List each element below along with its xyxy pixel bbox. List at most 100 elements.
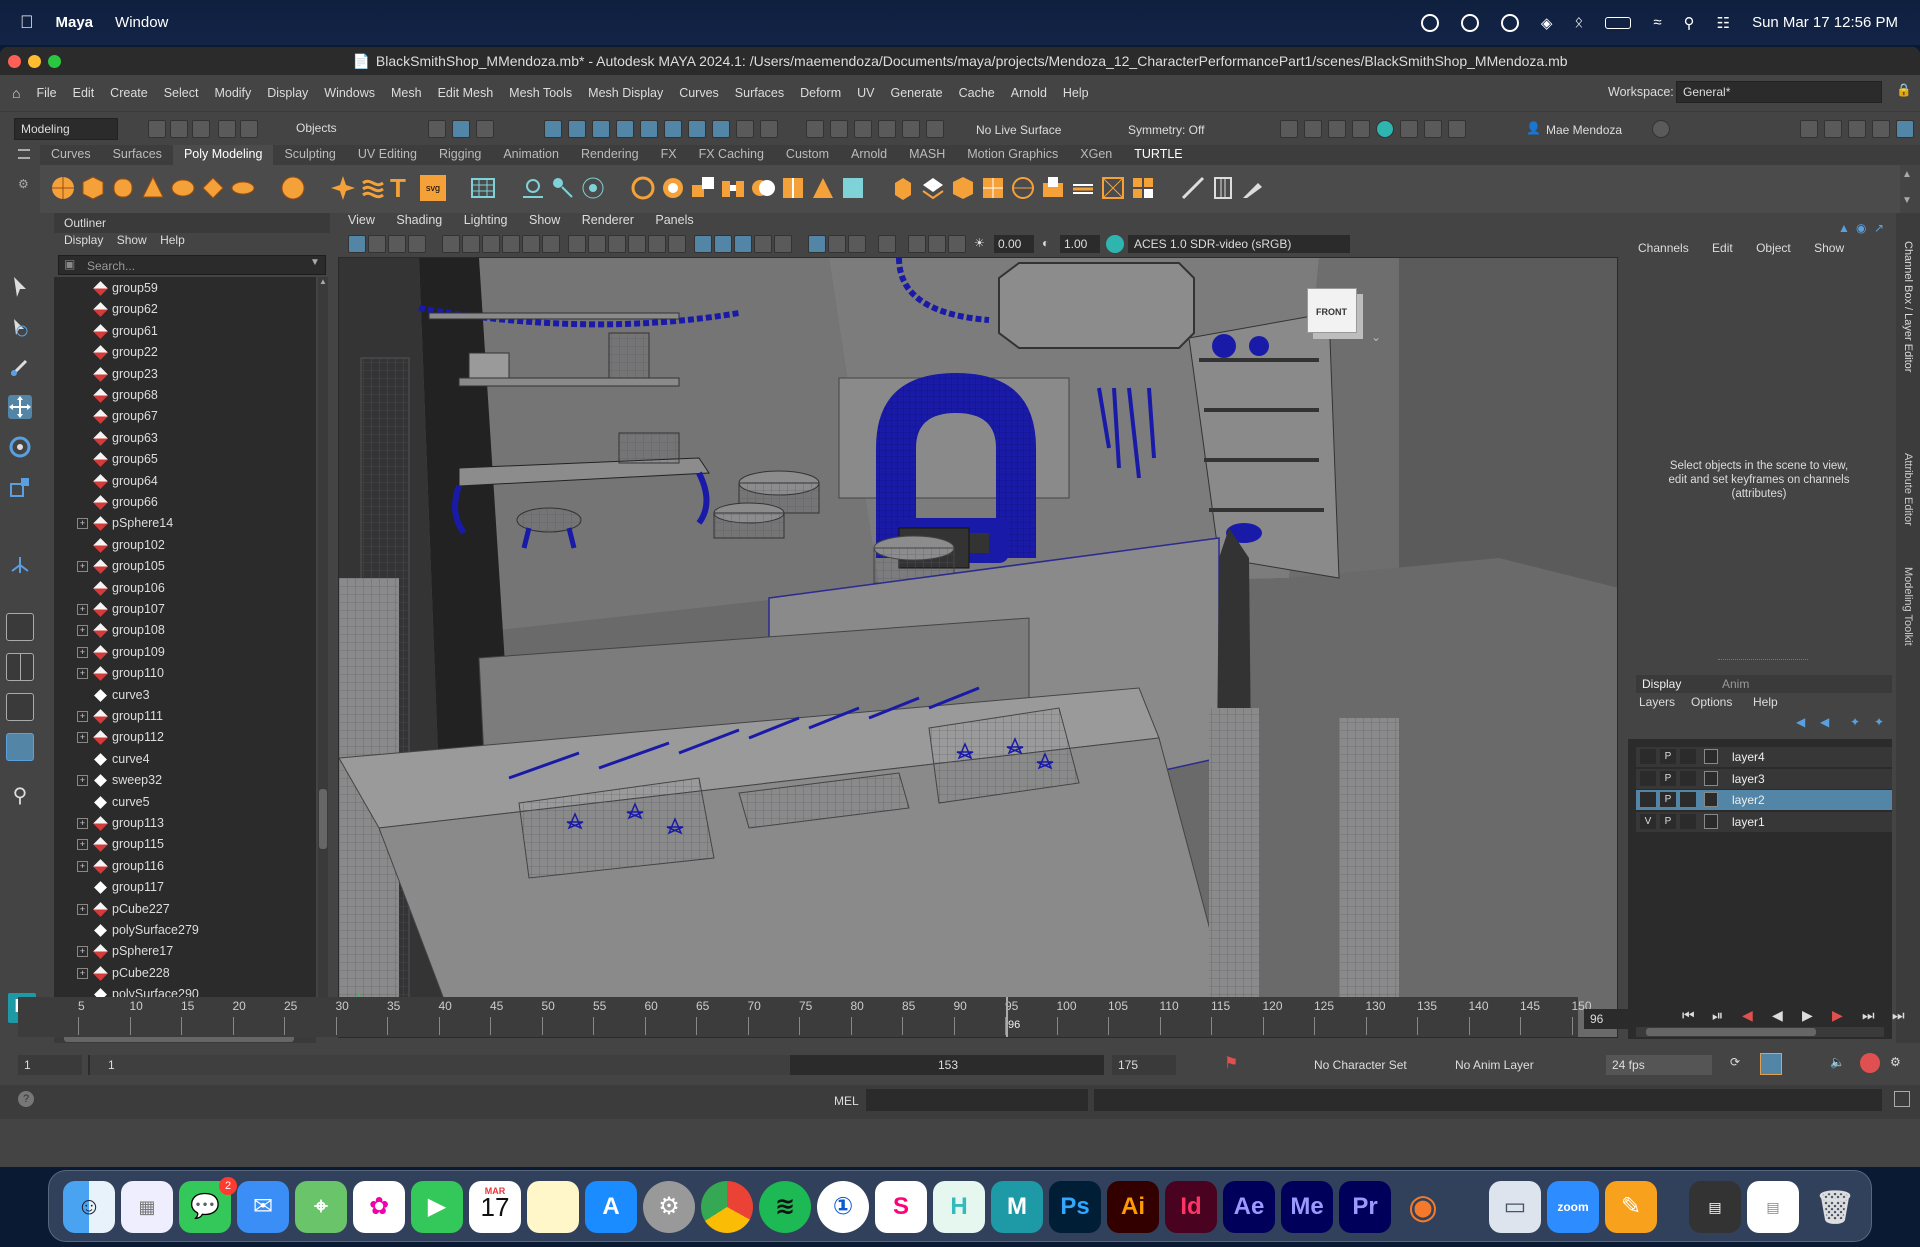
safe-action-icon[interactable] [522,235,540,253]
chrome-icon[interactable] [701,1181,753,1233]
outliner-item[interactable]: + pCube227 [54,899,316,920]
exposure-field[interactable]: 0.00 [994,235,1034,253]
shelf-tab-animation[interactable]: Animation [492,145,570,165]
select-component-icon[interactable] [476,120,494,138]
history-icon-1[interactable] [806,120,824,138]
notes-icon[interactable] [527,1181,579,1233]
expand-icon[interactable]: + [77,625,88,637]
channel-menu-object[interactable]: Object [1756,241,1791,255]
render-frame-icon[interactable] [1304,120,1322,138]
poly-sphere-icon[interactable] [50,175,76,201]
menu-modify[interactable]: Modify [214,86,251,100]
outliner-item[interactable]: + pSphere17 [54,941,316,962]
motion-blur-icon[interactable] [734,235,752,253]
photos-icon[interactable]: ✿ [353,1181,405,1233]
after-effects-icon[interactable]: Ae [1223,1181,1275,1233]
history-icon-4[interactable] [878,120,896,138]
blender-icon[interactable]: ◉ [1397,1181,1449,1233]
layer-row[interactable]: V Player1 [1636,811,1892,832]
snap-pivot-icon[interactable] [688,120,706,138]
menu-create[interactable]: Create [110,86,148,100]
hud-icon-2[interactable] [928,235,946,253]
outliner-item[interactable]: polySurface279 [54,920,316,941]
channel-icon-1[interactable]: ▲ [1838,221,1850,235]
outliner-item[interactable]: group106 [54,578,316,599]
channel-icon-3[interactable]: ↗ [1874,221,1884,235]
menu-file[interactable]: File [36,86,56,100]
move-tool-icon[interactable] [8,395,32,419]
perspective-viewport[interactable]: FRONT ⌄ persp [338,257,1618,1038]
premiere-icon[interactable]: Pr [1339,1181,1391,1233]
toggle-tool-settings-icon[interactable] [1848,120,1866,138]
shelf-tab-rendering[interactable]: Rendering [570,145,650,165]
smooth-shade-icon[interactable] [608,235,626,253]
menu-windows[interactable]: Windows [324,86,375,100]
snap-help-icon[interactable] [712,120,730,138]
outliner-item[interactable]: + sweep32 [54,770,316,791]
apple-icon[interactable]:  [20,12,34,33]
minimize-window-button[interactable] [28,55,41,68]
poly-disc-icon[interactable] [230,175,256,201]
expand-icon[interactable]: + [77,711,88,722]
outliner-scrollbar[interactable]: ▲ ▼ [318,277,328,1031]
toggle-channel-box-icon[interactable] [1896,120,1914,138]
open-scene-icon[interactable] [170,120,188,138]
status-icon-3[interactable] [1500,13,1519,32]
toggle-attribute-editor-icon[interactable] [1824,120,1842,138]
hud-icon-3[interactable] [948,235,966,253]
wireframe-on-shaded-icon[interactable] [628,235,646,253]
bookmark-icon[interactable] [388,235,406,253]
channel-menu-edit[interactable]: Edit [1712,241,1733,255]
separate-icon[interactable] [550,175,576,201]
start-time-field[interactable]: 1 [18,1055,82,1075]
range-slider[interactable]: 1 153 [88,1055,1104,1075]
home-icon[interactable]: ⌂ [12,85,20,101]
poly-plane-icon[interactable] [200,175,226,201]
xray-joints-icon[interactable] [848,235,866,253]
menu-edit-mesh[interactable]: Edit Mesh [438,86,494,100]
super-shape-icon[interactable] [330,175,356,201]
menu-cache[interactable]: Cache [959,86,995,100]
insert-edge-loop-icon[interactable] [1070,175,1096,201]
fill-hole-icon[interactable] [810,175,836,201]
history-icon-2[interactable] [830,120,848,138]
smooth-icon[interactable] [630,175,656,201]
poly-torus-icon[interactable] [170,175,196,201]
expand-icon[interactable]: + [77,561,88,573]
control-center-icon[interactable]: ☷ [1717,14,1730,32]
zoom-search-icon[interactable]: ⚲ [8,783,32,807]
outliner-item[interactable]: curve3 [54,685,316,706]
cache-playback-icon[interactable] [1760,1053,1782,1075]
redo-icon[interactable] [240,120,258,138]
outliner-item[interactable]: + pCube228 [54,963,316,984]
shelf-tab-arnold[interactable]: Arnold [840,145,898,165]
history-icon-3[interactable] [854,120,872,138]
view-cube[interactable]: FRONT [1307,288,1357,333]
snap-vertex-icon[interactable] [664,120,682,138]
shelf-tab-turtle[interactable]: TURTLE [1123,145,1193,165]
layer-tab-display[interactable]: Display [1642,677,1681,691]
app-menu-maya[interactable]: Maya [56,14,94,31]
help-icon[interactable]: ? [18,1091,34,1107]
spotify-icon[interactable]: ≋ [759,1181,811,1233]
search-icon[interactable]: ⚲ [1684,14,1695,32]
history-icon-5[interactable] [902,120,920,138]
outliner-item[interactable]: curve5 [54,792,316,813]
maya-dock-icon[interactable]: M [991,1181,1043,1233]
prev-key-icon[interactable]: ◀ [1742,1007,1753,1024]
app-store-icon[interactable]: A [585,1181,637,1233]
selection-mode-dropdown[interactable]: Objects [290,118,400,140]
panel-divider[interactable] [1718,659,1808,660]
render-settings-icon[interactable] [1352,120,1370,138]
four-view-layout-icon[interactable] [6,653,34,681]
depth-of-field-icon[interactable] [774,235,792,253]
layer-playback-toggle[interactable]: P [1660,749,1676,764]
mac-menu-window[interactable]: Window [115,14,168,31]
outliner-scroll-thumb[interactable] [319,789,327,849]
render-view-icon[interactable] [1280,120,1298,138]
viewport-menu-show[interactable]: Show [529,213,560,227]
save-scene-icon[interactable] [192,120,210,138]
zoom-window-button[interactable] [48,55,61,68]
hud-icon-1[interactable] [908,235,926,253]
lasso-tool-icon[interactable] [8,315,32,339]
